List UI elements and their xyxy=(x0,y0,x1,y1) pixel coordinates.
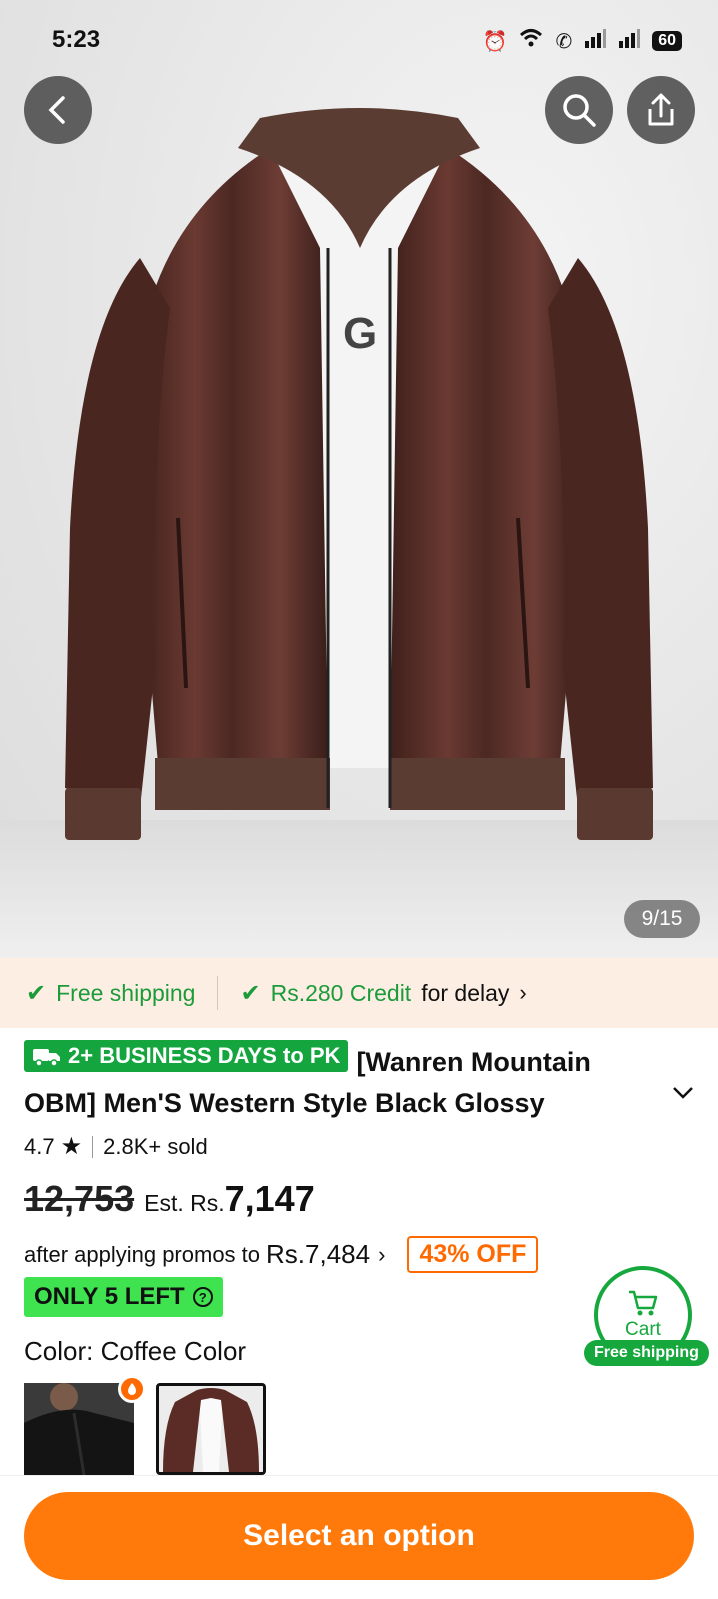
estimated-price: Est. Rs.7,147 xyxy=(144,1178,315,1220)
rating-row[interactable]: 4.7 ★ 2.8K+ sold xyxy=(24,1132,208,1161)
signal-icon xyxy=(584,28,607,54)
swatch-image xyxy=(159,1386,263,1472)
signal-icon-2 xyxy=(618,28,641,54)
discount-badge: 43% OFF xyxy=(407,1236,539,1273)
chevron-right-icon: › xyxy=(519,980,527,1005)
wifi-icon xyxy=(519,28,543,54)
product-image-gallery[interactable]: G 5:23 ⏰ ✆ 60 9/15 xyxy=(0,0,718,958)
divider xyxy=(92,1135,94,1158)
status-time: 5:23 xyxy=(52,26,101,53)
star-icon: ★ xyxy=(60,1133,83,1160)
cart-free-shipping-badge: Free shipping xyxy=(584,1340,709,1366)
product-image-jacket: G xyxy=(65,108,653,840)
image-counter: 9/15 xyxy=(624,900,700,938)
credit-amount: Rs.280 Credit xyxy=(270,979,412,1006)
chevron-left-icon xyxy=(48,96,65,124)
share-button[interactable] xyxy=(627,76,695,144)
free-shipping-text: Free shipping xyxy=(56,979,196,1006)
promo-row[interactable]: after applying promos to Rs.7,484 › 43% … xyxy=(24,1236,539,1273)
price-row: 12,753 Est. Rs.7,147 xyxy=(24,1178,315,1220)
rating-value: 4.7 xyxy=(24,1133,55,1159)
sold-count: 2.8K+ sold xyxy=(103,1133,208,1159)
select-option-button[interactable]: Select an option xyxy=(24,1492,694,1580)
back-button[interactable] xyxy=(24,76,92,144)
cart-label: Cart xyxy=(625,1319,661,1340)
status-icons: ⏰ ✆ 60 xyxy=(483,28,682,54)
bottom-action-bar: Select an option xyxy=(0,1475,718,1599)
promo-text: after applying promos to xyxy=(24,1241,261,1267)
shirt-print: G xyxy=(343,309,377,358)
delivery-badge: 2+ BUSINESS DAYS to PK xyxy=(24,1040,349,1072)
delivery-badge-text: 2+ BUSINESS DAYS to PK xyxy=(68,1043,341,1068)
search-icon xyxy=(563,94,596,127)
free-shipping-item: ✔ Free shipping xyxy=(26,979,195,1008)
status-bar: 5:23 ⏰ ✆ 60 xyxy=(0,26,718,56)
swatch-image xyxy=(24,1383,134,1475)
stock-badge[interactable]: ONLY 5 LEFT ? xyxy=(24,1277,223,1317)
alarm-icon: ⏰ xyxy=(482,30,508,53)
est-prefix: Est. Rs. xyxy=(144,1190,225,1216)
original-price: 12,753 xyxy=(24,1178,135,1219)
check-icon: ✔ xyxy=(26,979,47,1007)
color-swatch-coffee[interactable] xyxy=(156,1383,266,1475)
delivery-truck-icon xyxy=(33,1049,60,1067)
color-label: Color: Coffee Color xyxy=(24,1336,247,1366)
share-icon xyxy=(648,93,674,126)
divider xyxy=(217,976,219,1010)
color-swatch-black[interactable] xyxy=(24,1383,134,1475)
delay-credit-item[interactable]: ✔ Rs.280 Credit for delay › xyxy=(240,979,526,1008)
help-icon: ? xyxy=(192,1287,213,1307)
stock-text: ONLY 5 LEFT xyxy=(34,1283,185,1310)
shipping-strip[interactable]: ✔ Free shipping ✔ Rs.280 Credit for dela… xyxy=(0,958,718,1028)
chevron-down-icon[interactable] xyxy=(672,1086,694,1100)
hot-flame-icon xyxy=(118,1375,146,1403)
search-button[interactable] xyxy=(545,76,613,144)
promo-price: Rs.7,484 xyxy=(266,1239,371,1269)
cart-icon xyxy=(629,1290,658,1316)
call-icon: ✆ xyxy=(555,30,573,53)
battery-indicator: 60 xyxy=(652,31,682,51)
est-price-value: 7,147 xyxy=(224,1178,315,1219)
chevron-right-icon: › xyxy=(378,1241,386,1267)
product-title: 2+ BUSINESS DAYS to PK [Wanren Mountain … xyxy=(24,1040,664,1124)
credit-suffix: for delay xyxy=(421,979,510,1006)
check-icon: ✔ xyxy=(240,979,261,1007)
